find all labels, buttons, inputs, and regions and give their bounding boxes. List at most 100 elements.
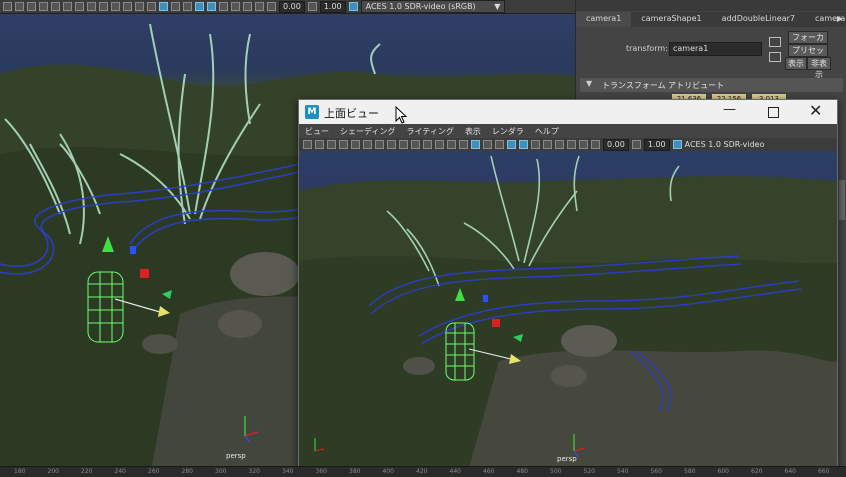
bookmark-icon[interactable] [339, 140, 348, 149]
colorspace-dropdown[interactable]: ACES 1.0 SDR-video [685, 140, 765, 149]
lock-camera-icon[interactable] [315, 140, 324, 149]
grid-icon[interactable] [75, 2, 84, 11]
image-plane-icon[interactable] [351, 140, 360, 149]
attribute-scrollbar[interactable] [839, 180, 845, 220]
color-management-icon[interactable] [348, 2, 358, 11]
exposure-field[interactable]: 0.00 [279, 0, 305, 13]
xray-joints-icon[interactable] [567, 140, 576, 149]
colorspace-dropdown[interactable]: ACES 1.0 SDR-video (sRGB) ▼ [360, 0, 506, 13]
select-camera-icon[interactable] [303, 140, 312, 149]
resolution-gate-icon[interactable] [99, 2, 108, 11]
tab-camera1[interactable]: camera1 [576, 12, 632, 27]
window-titlebar[interactable]: M 上面ビュー — ✕ [299, 100, 837, 124]
camera-label: persp [557, 455, 577, 463]
ruler-tick-label: 640 [784, 468, 796, 475]
isolate-select-icon[interactable] [231, 2, 240, 11]
hide-button[interactable]: 非表示 [807, 57, 831, 79]
2d-pan-zoom-icon[interactable] [51, 2, 60, 11]
wireframe-on-shaded-icon[interactable] [171, 2, 180, 11]
use-lights-icon[interactable] [507, 140, 516, 149]
camera-attributes-icon[interactable] [327, 140, 336, 149]
menu-renderer[interactable]: レンダラ [492, 126, 524, 137]
show-button[interactable]: 表示 [785, 57, 807, 70]
2d-pan-zoom-icon[interactable] [363, 140, 372, 149]
color-management-icon[interactable] [672, 140, 682, 149]
gate-mask-icon[interactable] [423, 140, 432, 149]
menu-shading[interactable]: シェーディング [340, 126, 395, 137]
isolate-select-icon[interactable] [543, 140, 552, 149]
rock [142, 334, 178, 354]
maximize-icon[interactable] [768, 107, 779, 118]
wireframe-icon[interactable] [459, 140, 468, 149]
transform-section-header[interactable]: ▼ トランスフォーム アトリビュート [580, 78, 843, 92]
tab-adddoublelinear7[interactable]: addDoubleLinear7 [712, 12, 805, 27]
chevron-down-icon: ▼ [494, 2, 501, 11]
colorspace-value: ACES 1.0 SDR-video (sRGB) [365, 2, 476, 11]
xray-icon[interactable] [555, 140, 564, 149]
film-gate-icon[interactable] [87, 2, 96, 11]
textured-icon[interactable] [183, 2, 192, 11]
bookmark-icon[interactable] [27, 2, 36, 11]
shadows-icon[interactable] [207, 2, 216, 11]
ruler-tick-label: 620 [751, 468, 763, 475]
move-x-handle[interactable] [140, 269, 149, 278]
field-chart-icon[interactable] [435, 140, 444, 149]
rock-area [469, 350, 837, 468]
menu-view[interactable]: ビュー [305, 126, 329, 137]
shadows-icon[interactable] [519, 140, 528, 149]
transform-field[interactable]: camera1 [669, 42, 762, 56]
top-view-viewport[interactable]: persp [299, 151, 837, 468]
ambient-occlusion-icon[interactable] [219, 2, 228, 11]
smooth-shade-icon[interactable] [471, 140, 480, 149]
resolution-gate-icon[interactable] [411, 140, 420, 149]
select-camera-icon[interactable] [3, 2, 12, 11]
move-z-handle[interactable] [483, 295, 488, 302]
grease-pencil-icon[interactable] [375, 140, 384, 149]
window-title: 上面ビュー [324, 107, 379, 120]
grid-icon[interactable] [387, 140, 396, 149]
wireframe-on-shaded-icon[interactable] [483, 140, 492, 149]
tab-scroll-right-icon[interactable]: ▶ [837, 14, 843, 23]
rock [551, 365, 587, 387]
load-attributes-icon[interactable] [769, 52, 781, 62]
gamma-field[interactable]: 1.00 [643, 138, 670, 151]
gamma-field[interactable]: 1.00 [319, 0, 346, 13]
image-plane-icon[interactable] [39, 2, 48, 11]
exposure-field[interactable]: 0.00 [603, 138, 629, 151]
preset-button[interactable]: プリセット [788, 44, 828, 66]
use-lights-icon[interactable] [195, 2, 204, 11]
safe-action-icon[interactable] [135, 2, 144, 11]
minimize-icon[interactable]: — [723, 102, 736, 117]
menu-show[interactable]: 表示 [465, 126, 481, 137]
move-z-handle[interactable] [130, 246, 136, 254]
close-icon[interactable]: ✕ [809, 101, 822, 120]
menu-lighting[interactable]: ライティング [406, 126, 453, 137]
camera-attributes-icon[interactable] [15, 2, 24, 11]
ruler-tick-label: 220 [81, 468, 93, 475]
gamma-icon [307, 2, 317, 11]
ambient-occlusion-icon[interactable] [531, 140, 540, 149]
ruler-tick-label: 580 [684, 468, 696, 475]
timeline-ruler[interactable]: 180 200 220 240 260 280 300 320 340 360 380 400 420 4… [0, 466, 846, 477]
ruler-tick-label: 200 [47, 468, 59, 475]
field-chart-icon[interactable] [123, 2, 132, 11]
window-menubar: ビュー シェーディング ライティング 表示 レンダラ ヘルプ [299, 124, 837, 138]
smooth-shade-icon[interactable] [159, 2, 168, 11]
move-x-handle[interactable] [492, 319, 500, 327]
xray-icon[interactable] [243, 2, 252, 11]
ruler-tick-label: 420 [416, 468, 428, 475]
ruler-tick-label: 520 [583, 468, 595, 475]
xray-joints-icon[interactable] [255, 2, 264, 11]
select-node-icon[interactable] [769, 37, 781, 47]
textured-icon[interactable] [495, 140, 504, 149]
focus-button[interactable]: フォーカス [788, 31, 828, 53]
tab-camerashape1[interactable]: cameraShape1 [631, 12, 711, 27]
film-gate-icon[interactable] [399, 140, 408, 149]
grease-pencil-icon[interactable] [63, 2, 72, 11]
xray-components-icon[interactable] [579, 140, 588, 149]
wireframe-icon[interactable] [147, 2, 156, 11]
safe-action-icon[interactable] [447, 140, 456, 149]
gate-mask-icon[interactable] [111, 2, 120, 11]
collapse-triangle-icon: ▼ [586, 79, 593, 88]
menu-help[interactable]: ヘルプ [535, 126, 559, 137]
